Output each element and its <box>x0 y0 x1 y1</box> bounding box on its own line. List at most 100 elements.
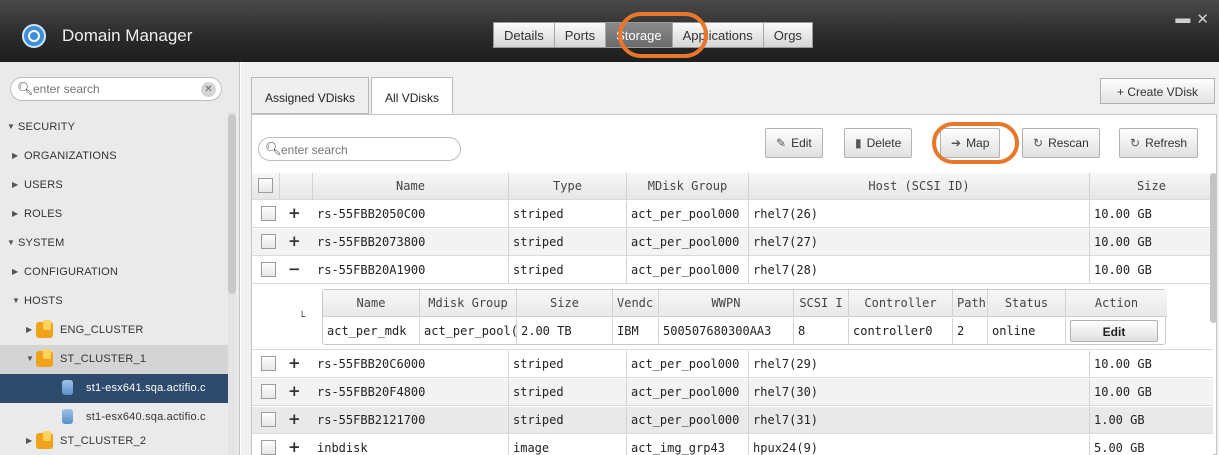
row-checkbox[interactable] <box>261 262 276 277</box>
subcol-scsi-id[interactable]: SCSI I <box>794 290 849 317</box>
sidebar-item-label: ORGANIZATIONS <box>24 150 117 162</box>
refresh-button[interactable]: ↻ Refresh <box>1119 128 1199 158</box>
sidebar-search-input[interactable] <box>33 80 193 98</box>
row-checkbox[interactable] <box>261 356 276 371</box>
col-type[interactable]: Type <box>509 173 627 200</box>
expand-icon[interactable]: + <box>288 410 301 428</box>
sidebar-item-organizations[interactable]: ▶ ORGANIZATIONS <box>0 142 228 171</box>
sidebar-item-security[interactable]: ▼ SECURITY <box>0 113 228 142</box>
refresh-button-label: Refresh <box>1145 136 1188 150</box>
table-row[interactable]: − rs-55FBB20A1900 striped act_per_pool00… <box>252 257 1213 284</box>
row-checkbox[interactable] <box>261 384 276 399</box>
sidebar-item-label: USERS <box>24 179 63 191</box>
create-vdisk-button[interactable]: + Create VDisk <box>1100 78 1215 104</box>
expand-icon[interactable]: + <box>288 204 301 222</box>
table-row[interactable]: + rs-55FBB20F4800 striped act_per_pool00… <box>252 379 1213 406</box>
cell-mdisk-group: act_per_pool000 <box>627 257 749 284</box>
col-host[interactable]: Host (SCSI ID) <box>749 173 1090 200</box>
edit-button-label: Edit <box>791 136 812 150</box>
cell-host: rhel7(27) <box>749 229 1090 256</box>
col-name[interactable]: Name <box>313 173 509 200</box>
subcol-vendor[interactable]: Vendc <box>613 290 659 317</box>
search-icon: 🔍︎ <box>17 81 34 96</box>
chevron-down-icon: ▼ <box>12 296 20 305</box>
subcol-size[interactable]: Size <box>517 290 613 317</box>
subcol-name[interactable]: Name <box>323 290 420 317</box>
sidebar-item-label: HOSTS <box>24 295 63 307</box>
col-mdisk-group[interactable]: MDisk Group <box>627 173 749 200</box>
sidebar-item-eng-cluster[interactable]: ▶ ENG_CLUSTER <box>0 316 228 345</box>
sidebar-item-users[interactable]: ▶ USERS <box>0 171 228 200</box>
tab-assigned-vdisks[interactable]: Assigned VDisks <box>251 77 370 114</box>
chevron-right-icon: ▶ <box>12 151 19 160</box>
host-cluster-icon <box>36 320 53 338</box>
sidebar-item-hosts[interactable]: ▼ HOSTS <box>0 287 228 316</box>
table-row[interactable]: + rs-55FBB20C6000 striped act_per_pool00… <box>252 351 1213 378</box>
sidebar-scrollbar[interactable] <box>228 114 236 294</box>
chevron-right-icon: ▶ <box>12 267 19 276</box>
table-header: Name Type MDisk Group Host (SCSI ID) Siz… <box>252 173 1213 200</box>
host-cluster-icon <box>36 349 53 367</box>
table-scrollbar[interactable] <box>1210 173 1217 323</box>
select-all-checkbox[interactable] <box>258 178 273 193</box>
subcol-wwpn[interactable]: WWPN <box>659 290 794 317</box>
cell-name: rs-55FBB20A1900 <box>313 257 509 284</box>
tab-details[interactable]: Details <box>494 23 555 47</box>
table-row[interactable]: + rs-55FBB2050C00 striped act_per_pool00… <box>252 201 1213 228</box>
expand-icon[interactable]: + <box>288 382 301 400</box>
cell-size: 1.00 GB <box>1094 413 1145 427</box>
table-search: 🔍︎ <box>258 137 461 161</box>
sidebar-item-label: SYSTEM <box>18 237 65 249</box>
expand-icon[interactable]: + <box>288 232 301 250</box>
main-content: Assigned VDisks All VDisks + Create VDis… <box>241 62 1219 455</box>
mdisk-edit-button[interactable]: Edit <box>1070 320 1158 342</box>
tab-all-vdisks[interactable]: All VDisks <box>371 77 454 114</box>
cell-type: striped <box>509 201 627 228</box>
host-disk-icon <box>62 409 73 424</box>
edit-button[interactable]: ✎ Edit <box>765 128 823 158</box>
col-size[interactable]: Size <box>1090 173 1213 200</box>
tab-orgs[interactable]: Orgs <box>764 23 812 47</box>
table-row[interactable]: + rs-55FBB2073800 striped act_per_pool00… <box>252 229 1213 256</box>
subcol-mdisk-group[interactable]: Mdisk Group <box>420 290 517 317</box>
row-checkbox[interactable] <box>261 440 276 455</box>
expand-icon[interactable]: + <box>288 438 301 455</box>
row-checkbox[interactable] <box>261 206 276 221</box>
subcell-scsi-id: 8 <box>794 318 849 345</box>
delete-button[interactable]: ▮ Delete <box>844 128 913 158</box>
expand-icon[interactable]: + <box>288 354 301 372</box>
subcell-mdisk-group: act_per_pool( <box>420 318 517 345</box>
cell-mdisk-group: act_per_pool000 <box>627 229 749 256</box>
rescan-button[interactable]: ↻ Rescan <box>1022 128 1100 158</box>
minimize-icon[interactable]: ▬ <box>1175 10 1190 28</box>
sidebar-item-roles[interactable]: ▶ ROLES <box>0 200 228 229</box>
sidebar-item-st-cluster-2[interactable]: ▶ ST_CLUSTER_2 <box>0 427 228 455</box>
subcol-controller[interactable]: Controller <box>849 290 953 317</box>
search-icon: 🔍︎ <box>265 141 282 156</box>
cell-size: 10.00 GB <box>1094 385 1152 399</box>
row-checkbox[interactable] <box>261 412 276 427</box>
sidebar-item-system[interactable]: ▼ SYSTEM <box>0 229 228 258</box>
trash-icon: ▮ <box>855 136 862 150</box>
subcol-path[interactable]: Path <box>953 290 988 317</box>
subcell-path: 2 <box>953 318 988 345</box>
row-checkbox[interactable] <box>261 234 276 249</box>
tab-ports[interactable]: Ports <box>555 23 607 47</box>
sidebar-item-st-cluster-1[interactable]: ▼ ST_CLUSTER_1 <box>0 345 228 374</box>
window-buttons: ▬ ✕ <box>1175 10 1209 28</box>
subcol-status[interactable]: Status <box>988 290 1066 317</box>
cell-size: 10.00 GB <box>1094 235 1152 249</box>
sidebar-item-label: st1-esx640.sqa.actifio.c <box>86 411 206 423</box>
cell-name: rs-55FBB2050C00 <box>313 201 509 228</box>
collapse-icon[interactable]: − <box>288 260 301 278</box>
close-icon[interactable]: ✕ <box>1196 10 1209 28</box>
table-row[interactable]: + inbdisk image act_img_grp43 hpux24(9) … <box>252 435 1213 455</box>
table-search-input[interactable] <box>281 141 451 159</box>
sidebar-item-configuration[interactable]: ▶ CONFIGURATION <box>0 258 228 287</box>
delete-button-label: Delete <box>866 136 902 150</box>
subcol-action[interactable]: Action <box>1066 290 1167 317</box>
clear-search-icon[interactable]: ✕ <box>201 82 216 97</box>
cell-host: rhel7(31) <box>749 407 1090 434</box>
sidebar-item-st1-esx641[interactable]: st1-esx641.sqa.actifio.c <box>0 374 228 403</box>
table-row[interactable]: + rs-55FBB2121700 striped act_per_pool00… <box>252 407 1213 434</box>
